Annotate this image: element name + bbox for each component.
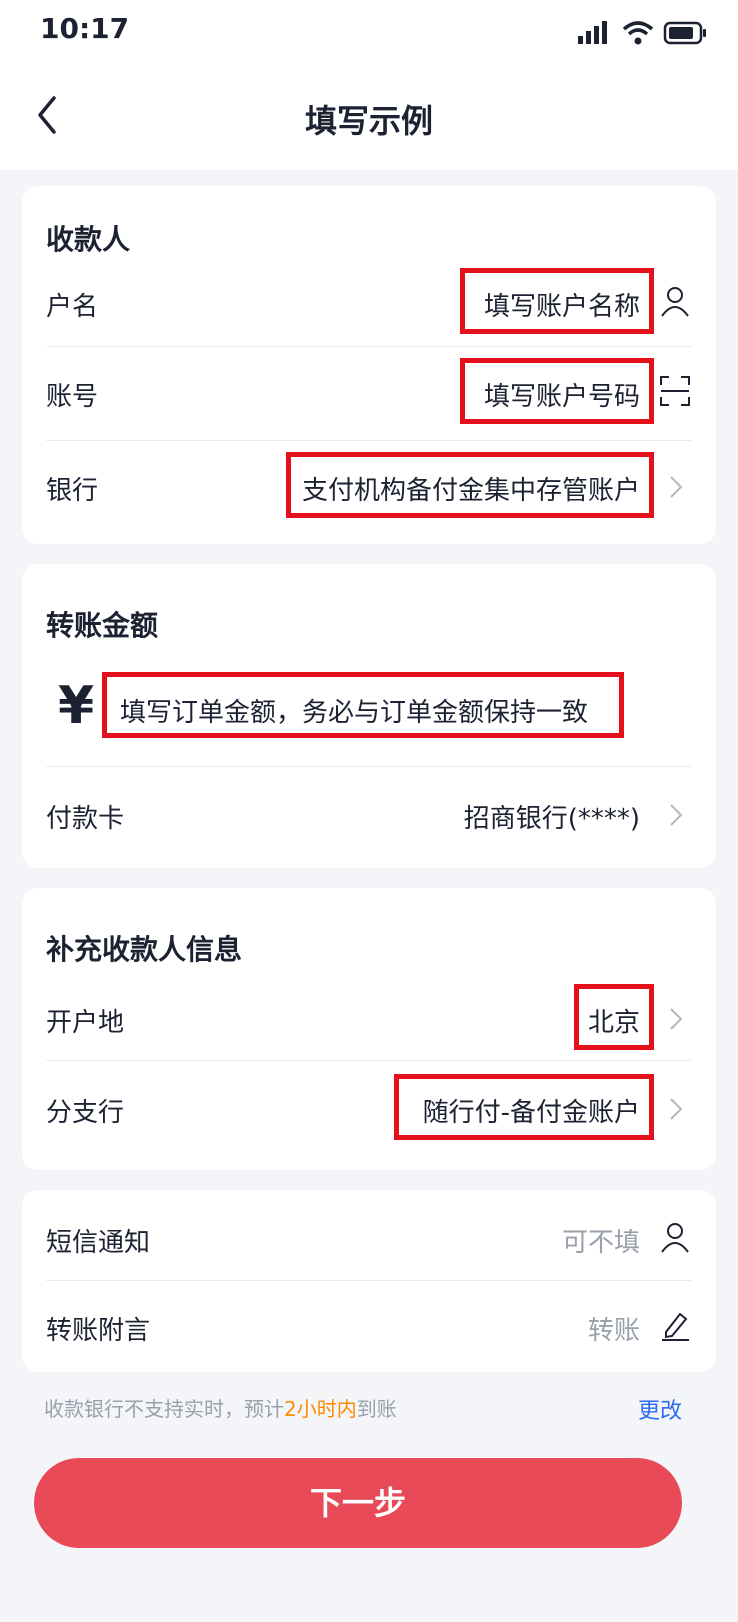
payee-section-title: 收款人	[46, 223, 131, 256]
highlight-box	[460, 358, 654, 424]
branch-row[interactable]: 分支行 随行付-备付金账户	[46, 1064, 692, 1154]
location-label: 开户地	[46, 1008, 125, 1038]
highlight-box	[460, 268, 654, 334]
signal-icon	[578, 21, 607, 44]
payee-name-label: 户名	[46, 292, 99, 322]
divider	[46, 766, 692, 767]
edit-icon[interactable]	[658, 1308, 692, 1342]
wifi-icon	[622, 21, 654, 45]
amount-section-title: 转账金额	[46, 609, 159, 642]
sms-input[interactable]: 可不填	[562, 1222, 640, 1259]
chevron-right-icon	[670, 1098, 683, 1120]
branch-label: 分支行	[46, 1098, 125, 1128]
divider	[46, 440, 692, 441]
divider	[46, 346, 692, 347]
highlight-box	[102, 672, 624, 738]
note-prefix: 收款银行不支持实时，预计	[44, 1397, 284, 1421]
status-time: 10:17	[40, 12, 130, 45]
payment-card-label: 付款卡	[46, 804, 125, 834]
extra-info-card: 补充收款人信息 开户地 北京 分支行 随行付-备付金账户	[22, 888, 716, 1170]
bank-row[interactable]: 银行 支付机构备付金集中存管账户	[46, 442, 692, 532]
payee-name-row[interactable]: 户名 填写账户名称	[46, 258, 692, 348]
currency-symbol: ¥	[58, 676, 95, 736]
chevron-right-icon	[670, 1008, 683, 1030]
payment-card-row[interactable]: 付款卡 招商银行(****)	[46, 770, 692, 860]
payee-card: 收款人 户名 填写账户名称 账号 填写账户号码 银行 支付机构备付金集中存管账户	[22, 186, 716, 544]
memo-row[interactable]: 转账附言 转账	[46, 1282, 692, 1372]
note-highlight: 2小时内	[284, 1397, 357, 1421]
person-icon[interactable]	[658, 284, 692, 318]
sms-label: 短信通知	[46, 1228, 151, 1258]
account-row[interactable]: 账号 填写账户号码	[46, 348, 692, 438]
location-row[interactable]: 开户地 北京	[46, 974, 692, 1064]
change-link[interactable]: 更改	[638, 1393, 682, 1425]
notify-card: 短信通知 可不填 转账附言 转账	[22, 1190, 716, 1372]
person-icon[interactable]	[658, 1220, 692, 1254]
next-step-button[interactable]: 下一步	[34, 1458, 682, 1548]
top-bar: 10:17 填写示例	[0, 0, 738, 170]
divider	[46, 1280, 692, 1281]
memo-label: 转账附言	[46, 1316, 151, 1346]
scan-icon[interactable]	[658, 374, 692, 408]
highlight-box	[286, 452, 654, 518]
chevron-right-icon	[670, 476, 683, 498]
chevron-right-icon	[670, 804, 683, 826]
arrival-note: 收款银行不支持实时，预计2小时内到账	[44, 1393, 397, 1422]
status-icons	[578, 21, 706, 45]
page-title: 填写示例	[304, 102, 433, 140]
bank-label: 银行	[46, 476, 99, 506]
extra-section-title: 补充收款人信息	[46, 933, 243, 966]
memo-input[interactable]: 转账	[588, 1310, 640, 1347]
payment-card-value: 招商银行(****)	[463, 804, 640, 834]
highlight-box	[574, 984, 654, 1050]
battery-icon	[663, 21, 706, 45]
note-suffix: 到账	[356, 1397, 397, 1421]
amount-card: 转账金额 ¥ 填写订单金额，务必与订单金额保持一致 付款卡 招商银行(****)	[22, 564, 716, 868]
account-label: 账号	[46, 382, 99, 412]
highlight-box	[394, 1074, 654, 1140]
divider	[46, 1060, 692, 1061]
sms-row[interactable]: 短信通知 可不填	[46, 1194, 692, 1284]
